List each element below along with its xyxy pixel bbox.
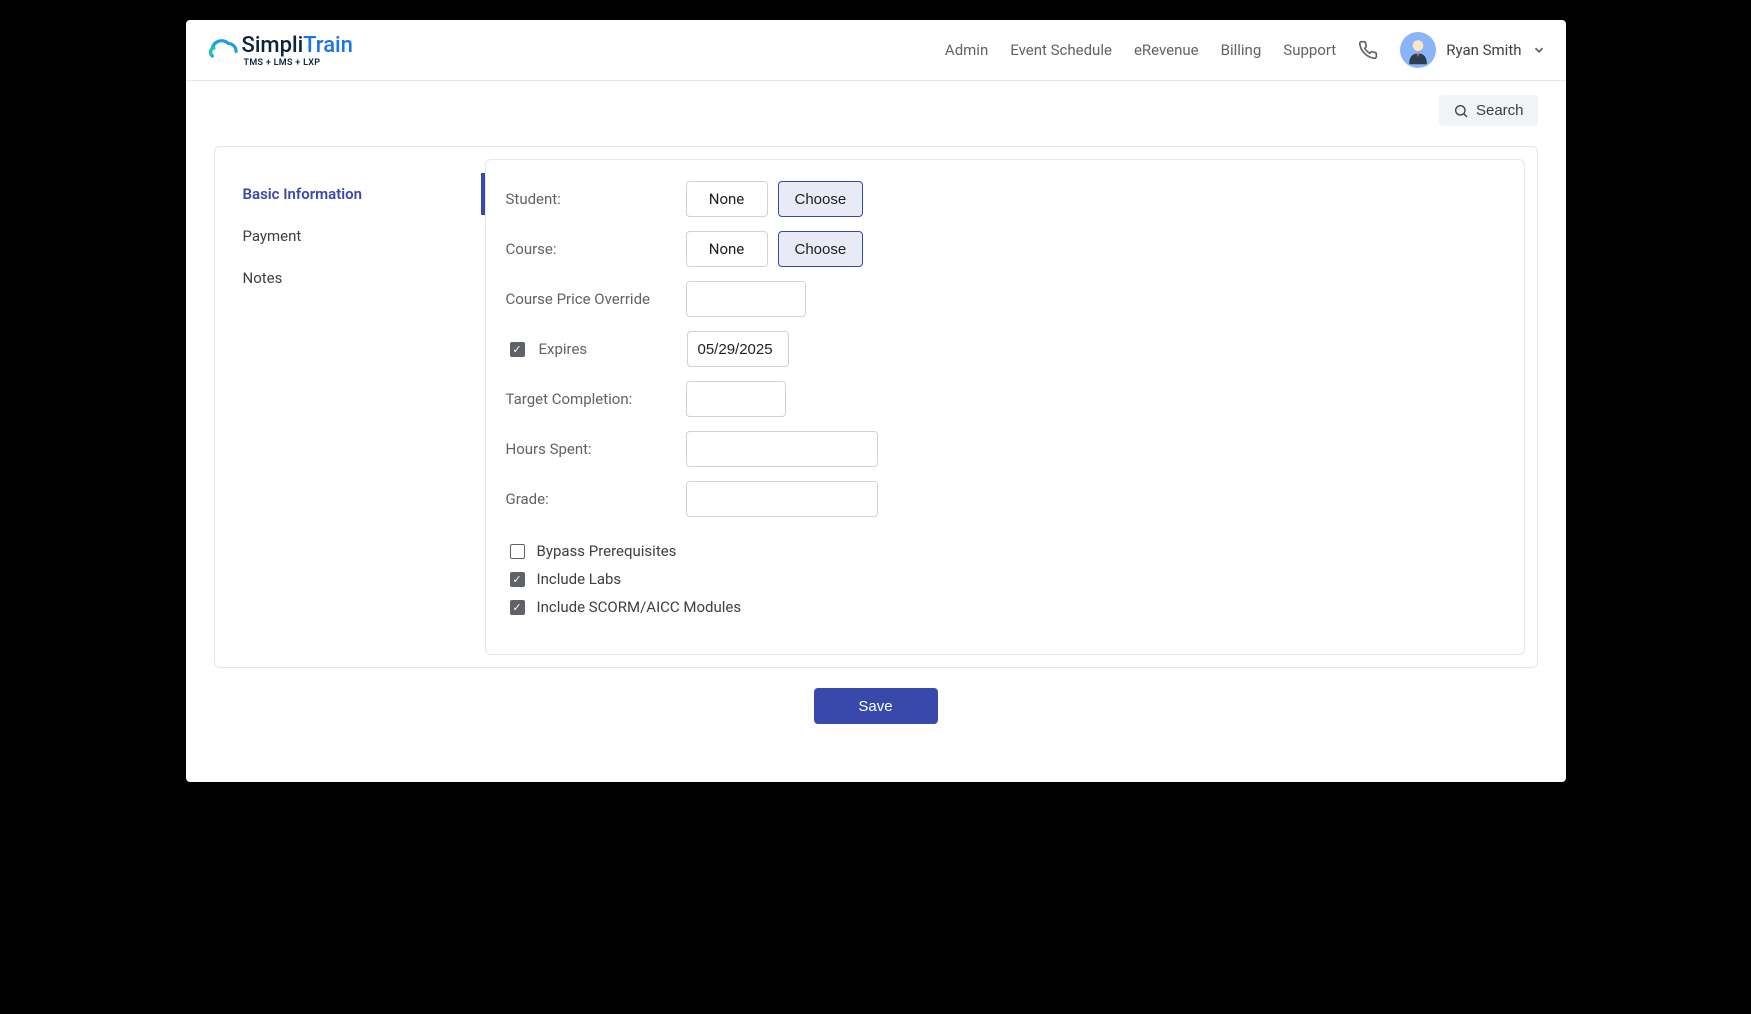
sidebar: Basic Information Payment Notes [215,147,485,667]
price-override-label: Course Price Override [506,290,686,308]
logo-tagline: TMS + LMS + LXP [244,58,321,68]
include-labs-row: Include Labs [506,570,1504,588]
options: Bypass Prerequisites Include Labs Includ… [506,542,1504,616]
expires-date-input[interactable] [687,331,789,367]
hours-spent-row: Hours Spent: [506,430,1504,468]
hours-spent-label: Hours Spent: [506,440,686,458]
course-value: None [686,231,768,267]
content: Basic Information Payment Notes Student:… [186,126,1566,782]
target-completion-row: Target Completion: [506,380,1504,418]
search-label: Search [1476,102,1524,119]
header: SimpliTrain TMS + LMS + LXP Admin Event … [186,20,1566,81]
phone-icon[interactable] [1358,40,1378,60]
student-row: Student: None Choose [506,180,1504,218]
nav-support[interactable]: Support [1283,41,1336,59]
bypass-prereq-row: Bypass Prerequisites [506,542,1504,560]
cloud-icon [206,32,244,58]
chevron-down-icon [1532,43,1546,57]
save-row: Save [214,668,1538,754]
grade-row: Grade: [506,480,1504,518]
include-labs-checkbox[interactable] [510,572,525,587]
bypass-prereq-checkbox[interactable] [510,544,525,559]
price-override-input[interactable] [686,281,806,317]
app-window: SimpliTrain TMS + LMS + LXP Admin Event … [186,20,1566,782]
bypass-prereq-label: Bypass Prerequisites [537,542,677,560]
logo-text: SimpliTrain [242,33,353,58]
course-label: Course: [506,240,686,258]
include-scorm-checkbox[interactable] [510,600,525,615]
grade-label: Grade: [506,490,686,508]
include-labs-label: Include Labs [537,570,622,588]
target-completion-input[interactable] [686,381,786,417]
sidebar-item-basic-info[interactable]: Basic Information [215,173,485,215]
save-button[interactable]: Save [814,688,938,724]
sidebar-item-notes[interactable]: Notes [215,257,485,299]
nav-event-schedule[interactable]: Event Schedule [1010,41,1112,59]
course-row: Course: None Choose [506,230,1504,268]
form-area: Student: None Choose Course: None Choose… [485,159,1525,655]
search-icon [1453,103,1469,119]
logo: SimpliTrain TMS + LMS + LXP [206,32,353,68]
include-scorm-row: Include SCORM/AICC Modules [506,598,1504,616]
student-label: Student: [506,190,686,208]
student-value: None [686,181,768,217]
student-choose-button[interactable]: Choose [778,181,864,217]
nav: Admin Event Schedule eRevenue Billing Su… [945,32,1546,68]
course-choose-button[interactable]: Choose [778,231,864,267]
user-menu[interactable]: Ryan Smith [1400,32,1545,68]
hours-spent-input[interactable] [686,431,878,467]
grade-input[interactable] [686,481,878,517]
expires-checkbox[interactable] [510,342,525,357]
nav-billing[interactable]: Billing [1221,41,1262,59]
price-override-row: Course Price Override [506,280,1504,318]
target-completion-label: Target Completion: [506,390,686,408]
include-scorm-label: Include SCORM/AICC Modules [537,598,742,616]
expires-label: Expires [539,340,687,358]
nav-erevenue[interactable]: eRevenue [1134,41,1199,59]
panel: Basic Information Payment Notes Student:… [214,146,1538,668]
user-name: Ryan Smith [1446,41,1521,59]
expires-row: Expires [506,330,1504,368]
search-button[interactable]: Search [1439,95,1538,126]
search-row: Search [186,81,1566,126]
logo-main: SimpliTrain [206,32,353,58]
nav-admin[interactable]: Admin [945,41,988,59]
sidebar-item-payment[interactable]: Payment [215,215,485,257]
avatar [1400,32,1436,68]
